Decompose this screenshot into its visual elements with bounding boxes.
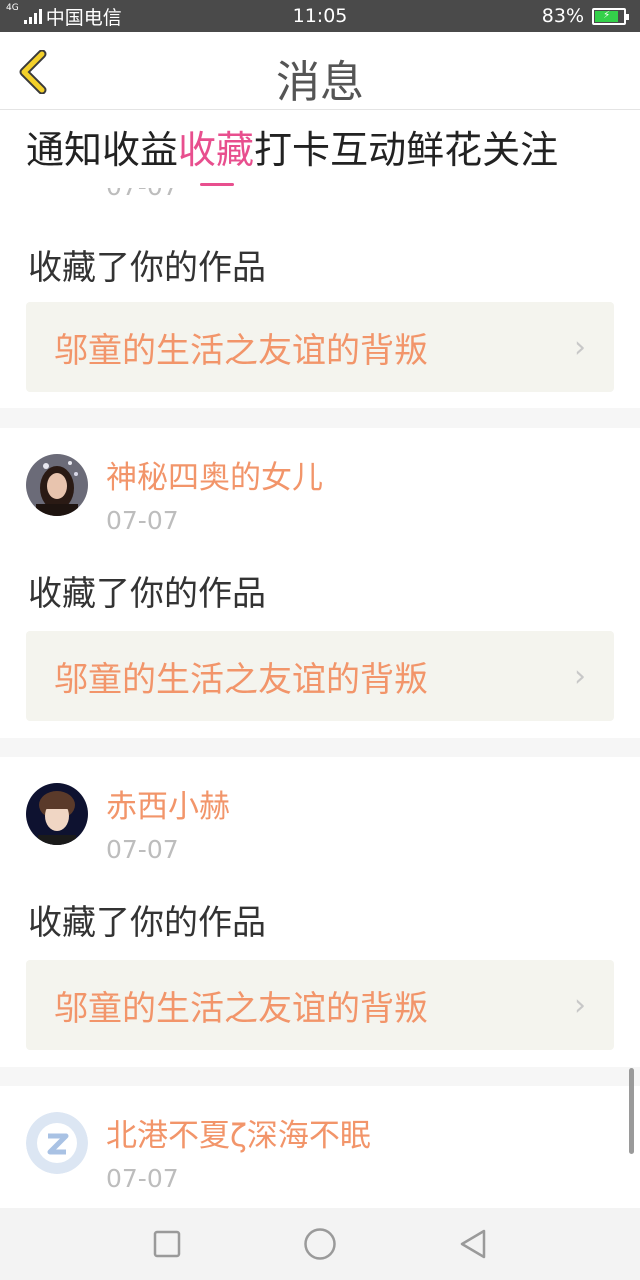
avatar[interactable]: [26, 454, 88, 516]
item-date: 07-07: [106, 188, 179, 201]
work-link[interactable]: 邬童的生活之友谊的背叛 ›: [26, 631, 614, 721]
square-icon: [153, 1230, 180, 1258]
home-button[interactable]: [295, 1219, 345, 1269]
work-link[interactable]: 邬童的生活之友谊的背叛 ›: [26, 960, 614, 1050]
page-title: 消息: [276, 57, 364, 108]
app-header: 消息: [0, 32, 640, 110]
tab-flowers[interactable]: 鲜花: [406, 110, 482, 188]
list-item: 07-07 收藏了你的作品 邬童的生活之友谊的背叛 ›: [0, 188, 640, 408]
system-nav-bar: [0, 1208, 640, 1280]
item-date: 07-07: [106, 506, 179, 535]
list-item: 北港不夏ζ深海不眠 07-07: [0, 1086, 640, 1208]
avatar[interactable]: [26, 1112, 88, 1174]
system-back-button[interactable]: [448, 1219, 498, 1269]
user-info: 赤西小赫 07-07: [106, 783, 230, 865]
triangle-back-icon: [461, 1229, 486, 1259]
status-left: 4G 中国电信: [6, 3, 122, 30]
user-row: 神秘四奥的女儿 07-07: [26, 454, 323, 536]
tab-checkin[interactable]: 打卡: [254, 110, 330, 188]
avatar[interactable]: [26, 783, 88, 845]
message-list[interactable]: 07-07 收藏了你的作品 邬童的生活之友谊的背叛 › 神秘四奥的女儿 07-0…: [0, 188, 640, 1208]
tab-favorites[interactable]: 收藏: [178, 110, 254, 188]
chevron-right-icon: ›: [574, 658, 586, 694]
user-info: 北港不夏ζ深海不眠 07-07: [106, 1112, 371, 1194]
user-photo-icon: [26, 783, 88, 845]
work-title: 邬童的生活之友谊的背叛: [54, 988, 428, 1029]
username[interactable]: 神秘四奥的女儿: [106, 460, 323, 496]
chevron-right-icon: ›: [574, 329, 586, 365]
username[interactable]: 赤西小赫: [106, 789, 230, 825]
chevron-right-icon: ›: [574, 987, 586, 1023]
list-item: 神秘四奥的女儿 07-07 收藏了你的作品 邬童的生活之友谊的背叛 ›: [0, 428, 640, 738]
user-info: 神秘四奥的女儿 07-07: [106, 454, 323, 536]
tab-bar: 通知 收益 收藏 打卡 互动 鲜花 关注: [0, 110, 640, 188]
user-photo-icon: [26, 454, 88, 516]
default-avatar-icon: [26, 1112, 88, 1174]
item-date: 07-07: [106, 835, 179, 864]
circle-icon: [304, 1228, 336, 1260]
battery-icon: ⚡: [592, 7, 629, 25]
work-link[interactable]: 邬童的生活之友谊的背叛 ›: [26, 302, 614, 392]
network-type: 4G: [6, 2, 19, 13]
signal-icon: [23, 8, 42, 24]
work-title: 邬童的生活之友谊的背叛: [54, 330, 428, 371]
recent-apps-button[interactable]: [142, 1219, 192, 1269]
tab-follow[interactable]: 关注: [482, 110, 558, 188]
item-action: 收藏了你的作品: [28, 574, 266, 614]
username[interactable]: 北港不夏ζ深海不眠: [106, 1118, 371, 1154]
user-row: 赤西小赫 07-07: [26, 783, 230, 865]
item-date: 07-07: [106, 1164, 179, 1193]
tab-interact[interactable]: 互动: [330, 110, 406, 188]
battery-level: ⚡: [595, 10, 619, 22]
status-right: 83% ⚡: [541, 5, 629, 27]
tab-notice[interactable]: 通知: [26, 110, 102, 188]
user-row: 北港不夏ζ深海不眠 07-07: [26, 1112, 371, 1194]
battery-percent: 83%: [541, 5, 584, 27]
item-action: 收藏了你的作品: [28, 248, 266, 288]
carrier-name: 中国电信: [45, 6, 122, 29]
status-bar: 4G 中国电信 11:05 83% ⚡: [0, 0, 640, 32]
scrollbar[interactable]: [629, 1068, 634, 1154]
list-item: 赤西小赫 07-07 收藏了你的作品 邬童的生活之友谊的背叛 ›: [0, 757, 640, 1067]
work-title: 邬童的生活之友谊的背叛: [54, 659, 428, 700]
tab-earnings[interactable]: 收益: [102, 110, 178, 188]
item-action: 收藏了你的作品: [28, 903, 266, 943]
